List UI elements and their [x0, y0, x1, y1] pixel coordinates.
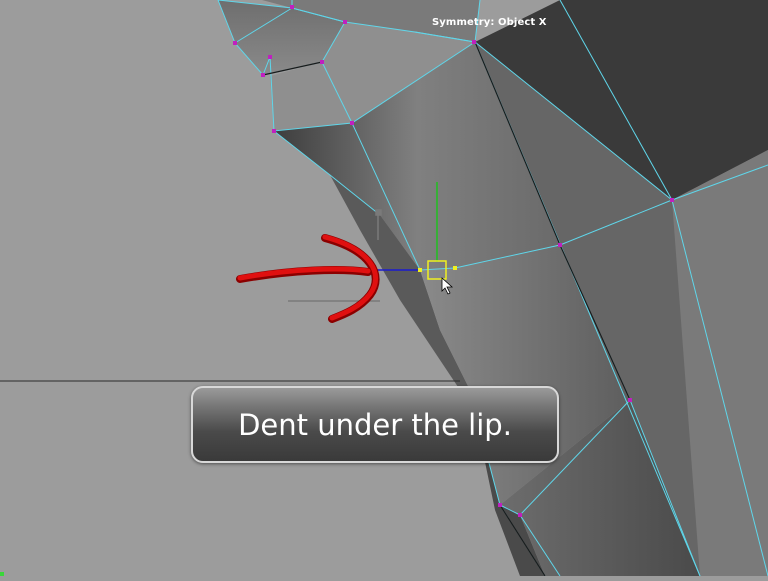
mesh-canvas[interactable]: [0, 0, 768, 577]
red-arrow-annotation: [236, 234, 380, 323]
symmetry-status-label: Symmetry: Object X: [432, 17, 547, 28]
viewport-3d[interactable]: Symmetry: Object X Dent under the lip.: [0, 0, 768, 577]
caption-text: Dent under the lip.: [238, 407, 512, 442]
caption-box: Dent under the lip.: [191, 386, 559, 463]
viewport-corner-marker: [0, 572, 4, 576]
selected-vertex: [453, 266, 457, 270]
selected-vertex: [418, 268, 422, 272]
